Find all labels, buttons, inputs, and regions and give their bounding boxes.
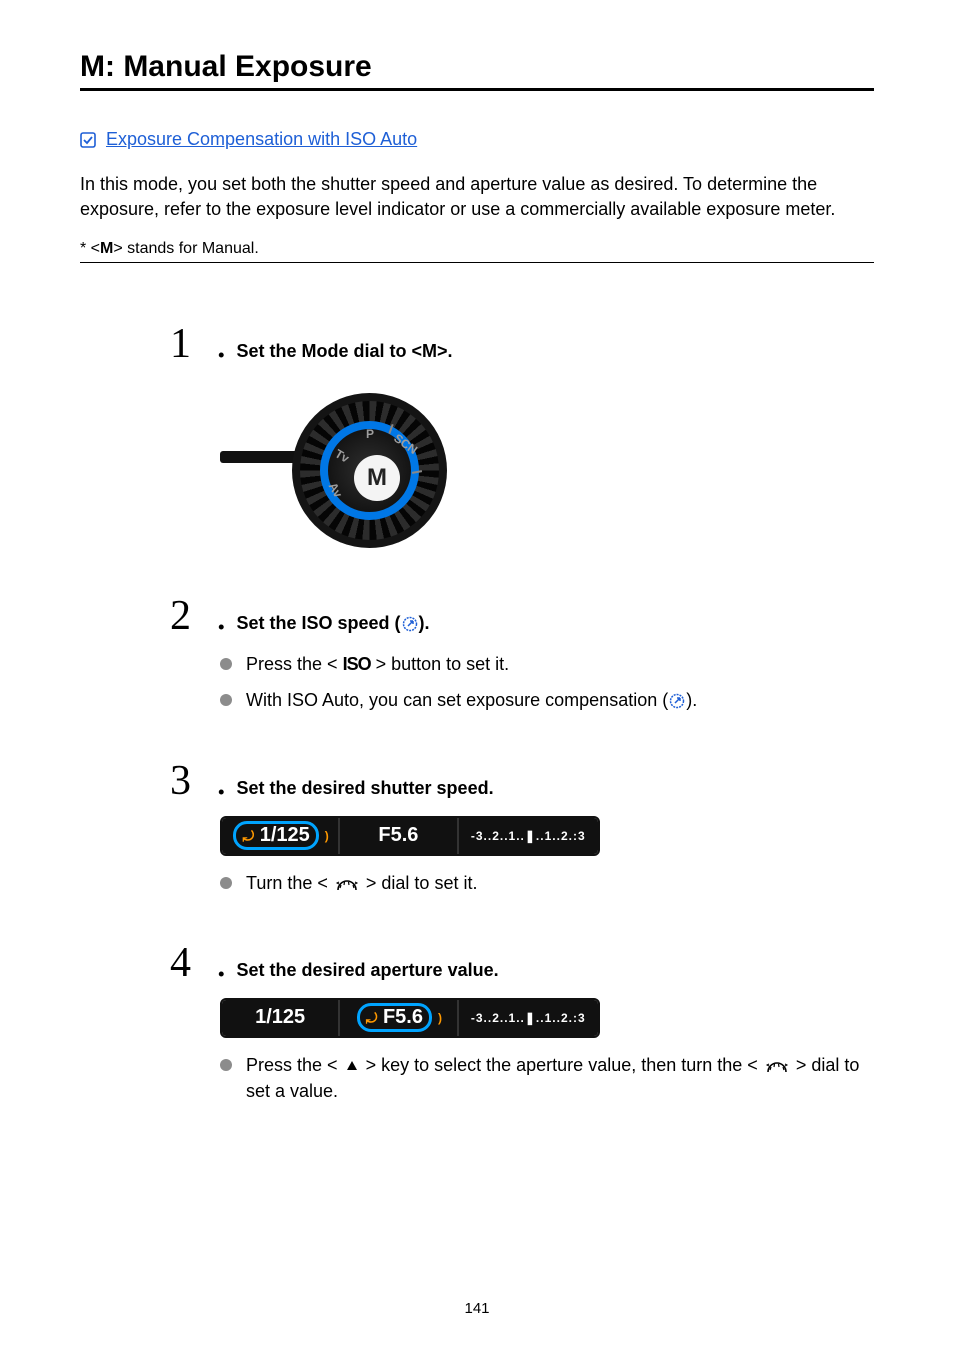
footnote: * <M> stands for Manual.	[80, 240, 874, 263]
step-4-dot: .	[216, 942, 227, 984]
footnote-mode: M	[100, 240, 113, 257]
lcd-strip-aperture: 1/125 ⤾ F5.6) -3..2..1..❚..1..2.:3	[220, 998, 600, 1038]
step-2-dot: .	[216, 595, 227, 637]
step-3-bullet-1: Turn the < > dial to set it.	[220, 870, 874, 896]
lcd-aperture-val: F5.6	[378, 824, 418, 847]
bullet-icon	[220, 1059, 232, 1071]
step-1-title-pre: Set the Mode dial to <	[237, 341, 423, 361]
s2b1-pre: Press the <	[246, 654, 343, 674]
step-3-number: 3	[170, 760, 210, 802]
lcd-shutter-val: 1/125	[260, 824, 310, 846]
step-2-title-pre: Set the ISO speed (	[237, 613, 401, 633]
step-3-title: Set the desired shutter speed.	[237, 778, 494, 799]
lcd-aperture-highlighted: ⤾ F5.6)	[340, 1000, 458, 1036]
bullet-icon	[220, 658, 232, 670]
lcd-shutter: 1/125	[222, 1000, 340, 1036]
step-2: 2. Set the ISO speed (). Press the < ISO…	[170, 595, 874, 713]
lcd-shutter-highlighted: ⤾ 1/125)	[222, 818, 340, 854]
intro-paragraph: In this mode, you set both the shutter s…	[80, 172, 874, 222]
step-1-title-mode: M	[422, 341, 437, 361]
dial-tick-icon: )	[438, 1011, 442, 1025]
dial-arc-icon: ⤾	[242, 828, 254, 844]
up-key-icon	[345, 1059, 359, 1073]
step-3: 3. Set the desired shutter speed. ⤾ 1/12…	[170, 760, 874, 896]
footnote-suffix: > stands for Manual.	[113, 240, 258, 257]
mode-dial-figure: M P SCN Av Tv	[220, 379, 450, 549]
bullet-icon	[220, 877, 232, 889]
step-1-number: 1	[170, 323, 210, 365]
step-1-title-post: >.	[437, 341, 453, 361]
s4b1-mid: > key to select the aperture value, then…	[361, 1055, 763, 1075]
s2b2-pre: With ISO Auto, you can set exposure comp…	[246, 690, 668, 710]
main-dial-icon	[335, 875, 359, 893]
mode-dial-p: P	[366, 427, 374, 441]
step-3-dot: .	[216, 760, 227, 802]
footnote-prefix: * <	[80, 240, 100, 257]
dial-arc-icon: ⤾	[366, 1010, 378, 1026]
s3b1-post: > dial to set it.	[361, 873, 478, 893]
iso-icon: ISO	[343, 654, 371, 674]
step-4-bullet-1: Press the < > key to select the aperture…	[220, 1052, 874, 1104]
link-ref-icon	[80, 132, 96, 148]
step-2-title-post: ).	[419, 613, 430, 633]
page-number: 141	[0, 1300, 954, 1317]
lcd-aperture-val: F5.6	[383, 1006, 423, 1028]
s3b1-pre: Turn the <	[246, 873, 333, 893]
step-4-number: 4	[170, 942, 210, 984]
link-ref-icon[interactable]	[401, 615, 419, 633]
step-2-number: 2	[170, 595, 210, 637]
link-ref-icon[interactable]	[668, 692, 686, 710]
main-dial-icon	[765, 1057, 789, 1075]
step-4-title: Set the desired aperture value.	[237, 960, 499, 981]
step-1-dot: .	[216, 323, 227, 365]
step-4: 4. Set the desired aperture value. 1/125…	[170, 942, 874, 1104]
lcd-exposure-scale: -3..2..1..❚..1..2.:3	[459, 1000, 599, 1036]
lcd-exposure-scale: -3..2..1..❚..1..2.:3	[459, 818, 599, 854]
bullet-icon	[220, 694, 232, 706]
step-2-bullet-1: Press the < ISO > button to set it.	[220, 651, 874, 677]
lcd-strip-shutter: ⤾ 1/125) F5.6 -3..2..1..❚..1..2.:3	[220, 816, 600, 856]
step-2-title: Set the ISO speed ().	[237, 613, 430, 634]
step-1-title: Set the Mode dial to <M>.	[237, 341, 453, 362]
step-1: 1. Set the Mode dial to <M>. M P SCN Av …	[170, 323, 874, 549]
step-2-bullet-2: With ISO Auto, you can set exposure comp…	[220, 687, 874, 713]
s2b1-post: > button to set it.	[371, 654, 510, 674]
cross-ref-row: Exposure Compensation with ISO Auto	[80, 129, 874, 150]
s4b1-pre: Press the <	[246, 1055, 343, 1075]
s2b2-post: ).	[686, 690, 697, 710]
exposure-comp-link[interactable]: Exposure Compensation with ISO Auto	[106, 129, 417, 150]
page-title: M: Manual Exposure	[80, 50, 874, 91]
lcd-aperture: F5.6	[340, 818, 458, 854]
dial-tick-icon: )	[325, 829, 329, 843]
